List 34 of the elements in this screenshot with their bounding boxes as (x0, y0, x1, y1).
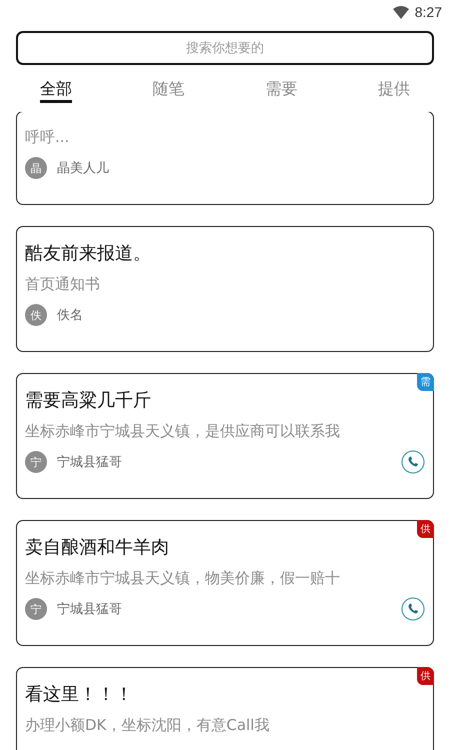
clock-time: 8:27 (414, 4, 442, 20)
post-body: 呼呼... (25, 127, 70, 148)
post-body: 坐标赤峰市宁城县天义镇，是供应商可以联系我 (25, 421, 341, 442)
author-name: 晶美人儿 (57, 160, 110, 177)
tab[interactable]: 提供 (378, 77, 410, 103)
author-name: 宁城县猛哥 (57, 454, 123, 471)
author-name: 佚名 (57, 307, 84, 324)
author-name: 宁城县猛哥 (57, 601, 123, 618)
post-title: 需要高粱几千斤 (25, 389, 152, 413)
phone-icon[interactable] (401, 597, 425, 621)
category-badge: 需 (417, 373, 434, 391)
post-title: 酷友前来报道。 (25, 242, 152, 266)
avatar: 佚 (25, 304, 47, 326)
post-body: 坐标赤峰市宁城县天义镇，物美价廉，假一赔十 (25, 568, 341, 589)
post-body: 办理小额DK，坐标沈阳，有意Call我 (25, 715, 270, 736)
phone-icon[interactable] (401, 450, 425, 474)
post-title: 卖自酿酒和牛羊肉 (25, 536, 170, 560)
tab[interactable]: 随笔 (152, 77, 185, 103)
wifi-icon (392, 6, 409, 18)
post-card[interactable]: 酷友前来报道。 首页通知书 佚 佚名 (16, 226, 434, 352)
post-title: 看这里！！！ (25, 683, 134, 707)
post-body: 首页通知书 (25, 274, 101, 295)
post-card[interactable]: 需 需要高粱几千斤 坐标赤峰市宁城县天义镇，是供应商可以联系我 宁 宁城县猛哥 (16, 373, 434, 499)
post-card[interactable]: 呼呼... 晶 晶美人儿 (16, 112, 434, 205)
search-field[interactable]: 搜索你想要的 (16, 31, 434, 65)
tab[interactable]: 需要 (265, 77, 298, 103)
post-card[interactable]: 供 看这里！！！ 办理小额DK，坐标沈阳，有意Call我 (16, 667, 434, 750)
avatar: 宁 (25, 451, 47, 473)
avatar: 宁 (25, 598, 47, 620)
category-badge: 供 (417, 520, 434, 538)
post-card[interactable]: 供 卖自酿酒和牛羊肉 坐标赤峰市宁城县天义镇，物美价廉，假一赔十 宁 宁城县猛哥 (16, 520, 434, 646)
avatar: 晶 (25, 157, 47, 179)
category-badge: 供 (417, 667, 434, 685)
tab[interactable]: 全部 (40, 77, 72, 103)
